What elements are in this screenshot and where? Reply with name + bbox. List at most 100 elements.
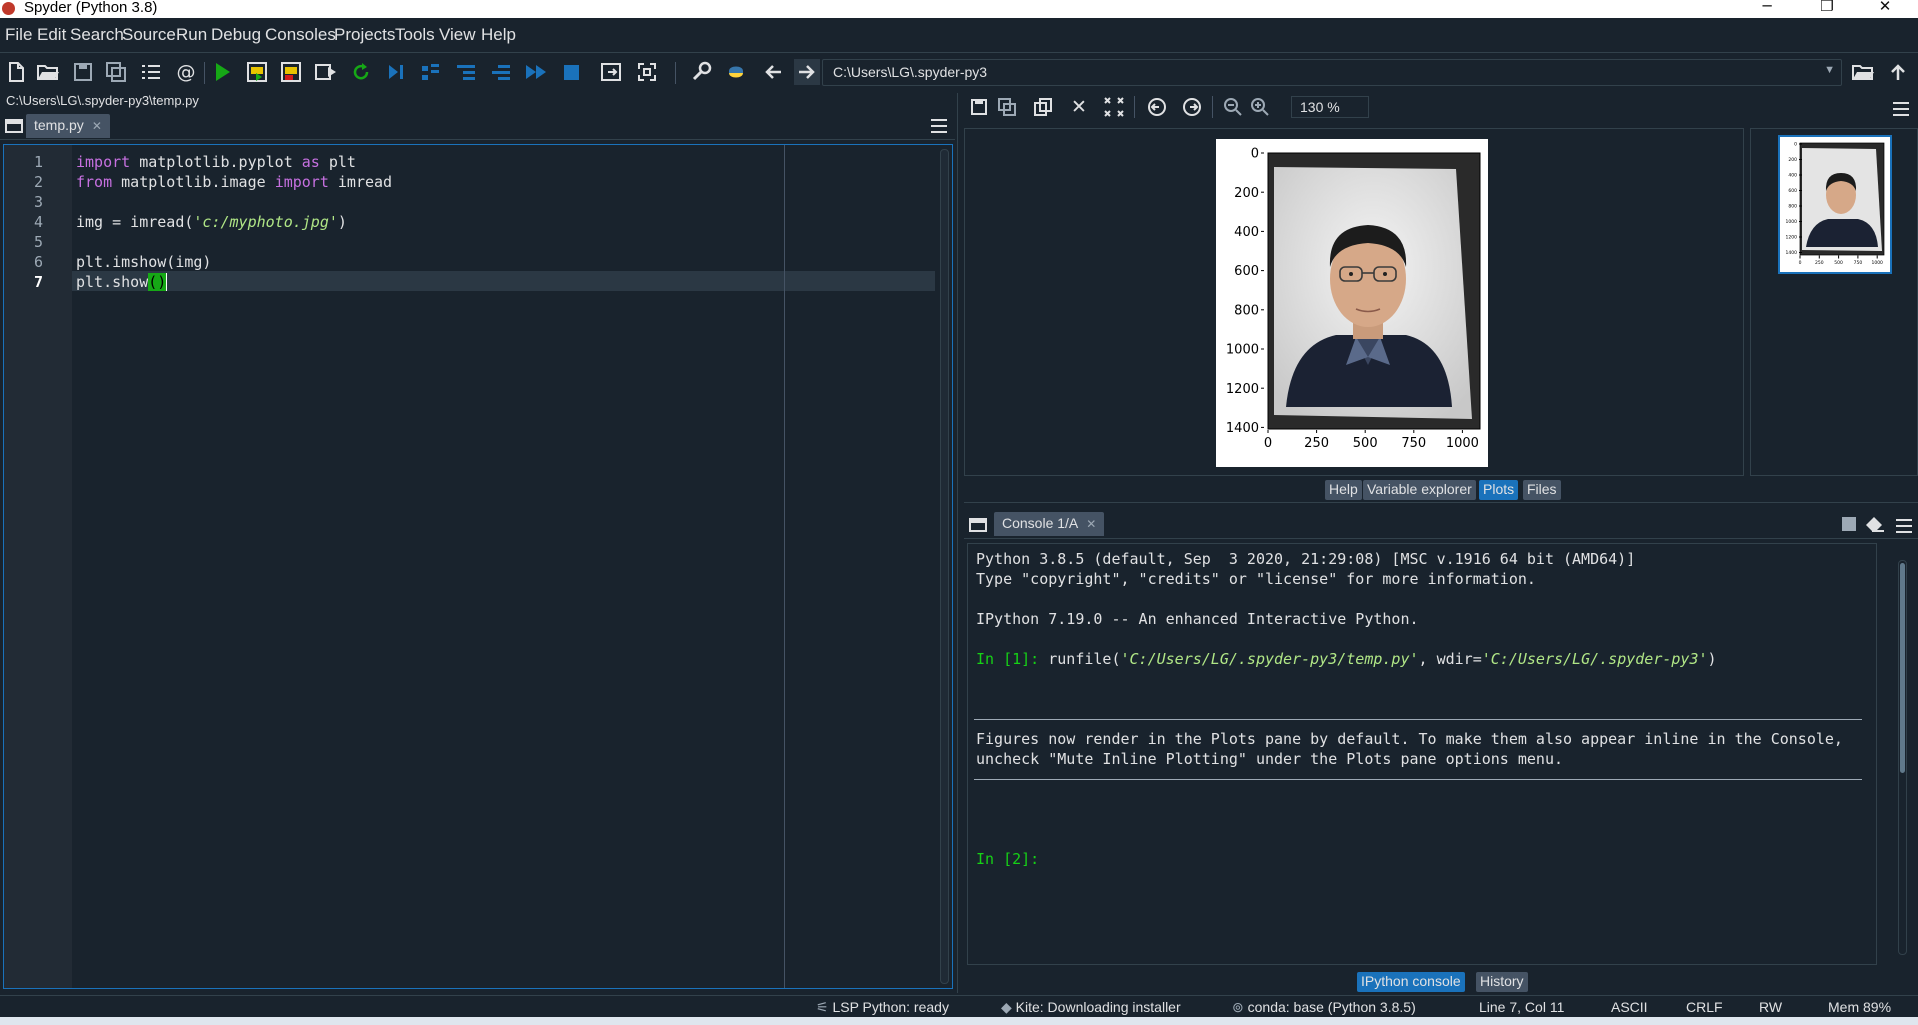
tab-temp-py[interactable]: temp.py ✕ — [26, 114, 110, 138]
plots-options-menu-icon[interactable] — [1893, 102, 1909, 116]
save-plot-icon[interactable] — [966, 94, 992, 120]
menu-source[interactable]: Source — [122, 25, 176, 45]
rerun-icon[interactable] — [348, 59, 374, 85]
step-into-icon[interactable] — [453, 59, 479, 85]
menu-view[interactable]: View — [439, 25, 476, 45]
menu-tools[interactable]: Tools — [395, 25, 435, 45]
tab-console-1a[interactable]: Console 1/A ✕ — [994, 512, 1105, 536]
previous-plot-icon[interactable] — [1144, 94, 1170, 120]
code-editor[interactable]: 1 2 3 4 5 6 7 import matplotlib.pyplot a… — [3, 144, 953, 989]
window-icon[interactable] — [5, 119, 23, 133]
editor-options-menu-icon[interactable] — [931, 119, 947, 133]
console-options-menu-icon[interactable] — [1896, 519, 1912, 533]
kite-status[interactable]: ◆ Kite: Downloading installer — [1001, 999, 1181, 1016]
python-path-icon[interactable] — [723, 59, 749, 85]
working-directory-input[interactable]: C:\Users\LG\.spyder-py3 ▼ — [822, 59, 1842, 86]
remove-plot-icon[interactable]: ✕ — [1066, 94, 1092, 120]
plot-thumbnail[interactable]: 0 200 400 600 800 1000 1200 1400 0 250 500 750 1000 — [1778, 135, 1892, 274]
maximize-button[interactable]: ❐ — [1804, 0, 1850, 17]
parent-directory-icon[interactable] — [1885, 59, 1911, 85]
tab-plots[interactable]: Plots — [1479, 480, 1519, 500]
chevron-down-icon[interactable]: ▼ — [1824, 64, 1835, 76]
menu-file[interactable]: File — [5, 25, 32, 45]
code-line-7[interactable]: plt.show() — [76, 273, 168, 291]
tab-history[interactable]: History — [1476, 972, 1528, 992]
file-switcher-icon[interactable] — [138, 59, 164, 85]
current-line-highlight — [72, 271, 935, 291]
forward-arrow-icon[interactable] — [794, 59, 820, 85]
save-icon[interactable] — [70, 59, 96, 85]
run-cell-icon[interactable] — [244, 59, 270, 85]
open-folder-icon[interactable] — [35, 59, 61, 85]
zoom-in-icon[interactable] — [1247, 94, 1273, 120]
x-axis-ticks: 0 250 500 750 1000 — [1264, 430, 1479, 451]
plot-figure[interactable]: 0 200 400 600 800 1000 1200 1400 0 250 500 750 1000 — [1216, 139, 1488, 467]
text-cursor — [166, 273, 168, 291]
editor-scrollbar[interactable] — [940, 149, 949, 984]
continue-icon[interactable] — [523, 59, 549, 85]
run-cell-advance-icon[interactable] — [278, 59, 304, 85]
zoom-out-icon[interactable] — [1220, 94, 1246, 120]
code-text: , wdir= — [1418, 650, 1482, 668]
tab-ipython-console[interactable]: IPython console — [1357, 972, 1465, 992]
new-file-icon[interactable] — [3, 59, 29, 85]
code-line-1[interactable]: import matplotlib.pyplot as plt — [76, 153, 356, 171]
interrupt-kernel-icon[interactable] — [1836, 511, 1862, 537]
code-text: img = imread( — [76, 213, 194, 231]
close-tab-icon[interactable]: ✕ — [92, 119, 102, 133]
save-all-plots-icon[interactable] — [994, 94, 1020, 120]
stop-debug-icon[interactable] — [558, 59, 584, 85]
step-return-icon[interactable] — [488, 59, 514, 85]
window-icon[interactable] — [969, 518, 987, 532]
preferences-wrench-icon[interactable] — [688, 59, 714, 85]
browse-folder-icon[interactable] — [1850, 59, 1876, 85]
x-tick-label: 250 — [1304, 436, 1329, 451]
copy-plot-icon[interactable] — [1030, 94, 1056, 120]
scrollbar-thumb[interactable] — [1900, 563, 1905, 773]
fullscreen-icon[interactable] — [634, 59, 660, 85]
memory-usage: Mem 89% — [1828, 999, 1892, 1015]
console-scrollbar[interactable] — [1898, 560, 1907, 955]
maximize-pane-icon[interactable] — [598, 59, 624, 85]
back-arrow-icon[interactable] — [760, 59, 786, 85]
code-line-2[interactable]: from matplotlib.image import imread — [76, 173, 392, 191]
tab-files[interactable]: Files — [1523, 480, 1561, 500]
y-tick-label: 400 — [1234, 225, 1259, 240]
horizontal-splitter[interactable] — [964, 502, 1918, 508]
window-title: Spyder (Python 3.8) — [24, 0, 158, 16]
next-plot-icon[interactable] — [1179, 94, 1205, 120]
menu-search[interactable]: Search — [70, 25, 124, 45]
menu-consoles[interactable]: Consoles — [265, 25, 336, 45]
menu-help[interactable]: Help — [481, 25, 516, 45]
close-tab-icon[interactable]: ✕ — [1086, 517, 1096, 531]
run-file-icon[interactable] — [209, 59, 235, 85]
step-icon[interactable] — [418, 59, 444, 85]
tab-help[interactable]: Help — [1325, 480, 1362, 500]
lsp-status: ⚟ LSP Python: ready — [816, 999, 949, 1016]
menu-run[interactable]: Run — [176, 25, 207, 45]
conda-status[interactable]: ⊚ conda: base (Python 3.8.5) — [1232, 999, 1416, 1016]
clear-console-eraser-icon[interactable] — [1862, 511, 1888, 537]
save-all-icon[interactable] — [103, 59, 129, 85]
menu-projects[interactable]: Projects — [334, 25, 395, 45]
close-window-button[interactable]: ✕ — [1862, 0, 1908, 17]
remove-all-plots-icon[interactable] — [1101, 94, 1127, 120]
tab-variable-explorer[interactable]: Variable explorer — [1363, 480, 1476, 500]
run-selection-icon[interactable] — [313, 59, 339, 85]
notice-divider — [974, 779, 1862, 780]
string-literal: 'c:/myphoto.jpg' — [193, 213, 338, 231]
menu-debug[interactable]: Debug — [211, 25, 261, 45]
toolbar-separator — [204, 62, 205, 84]
menu-edit[interactable]: Edit — [37, 25, 66, 45]
code-line-4[interactable]: img = imread('c:/myphoto.jpg') — [76, 213, 347, 231]
zoom-level-field[interactable]: 130 % — [1291, 96, 1369, 118]
vertical-splitter[interactable] — [957, 93, 964, 993]
edge-line — [784, 145, 785, 988]
console-input-line-2[interactable]: In [2]: — [976, 850, 1039, 868]
ipython-console[interactable]: Python 3.8.5 (default, Sep 3 2020, 21:29… — [967, 543, 1877, 965]
line-number: 6 — [33, 253, 43, 271]
code-line-6[interactable]: plt.imshow(img) — [76, 253, 211, 271]
symbol-finder-icon[interactable]: @ — [173, 59, 199, 85]
minimize-button[interactable]: ─ — [1744, 0, 1790, 17]
debug-icon[interactable] — [383, 59, 409, 85]
